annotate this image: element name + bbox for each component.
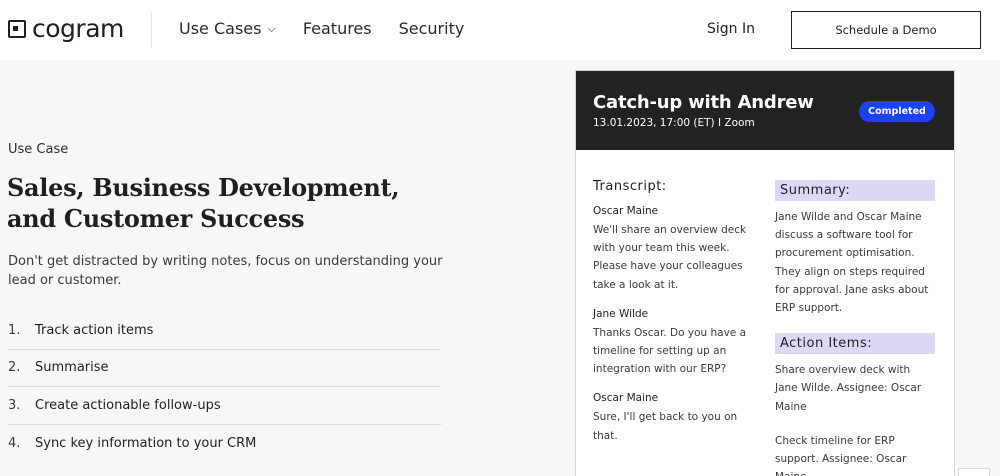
top-navbar: cogram Use Cases ⌵ Features Security Sig…	[0, 0, 1000, 60]
transcript-text: We'll share an overview deck with your t…	[593, 224, 747, 291]
list-item-label: Track action items	[35, 322, 154, 338]
nav-security[interactable]: Security	[399, 19, 465, 38]
nav-features-label: Features	[302, 19, 372, 38]
meeting-card-header: Catch-up with Andrew 13.01.2023, 17:00 (…	[576, 71, 954, 150]
list-item-label: Summarise	[35, 360, 109, 376]
list-item: 3. Create actionable follow-ups	[8, 387, 441, 425]
nav-use-cases-label: Use Cases	[179, 19, 262, 38]
summary-heading: Summary:	[775, 180, 935, 201]
action-item: Share overview deck with Jane Wilde. Ass…	[775, 364, 922, 413]
intro-text: Don't get distracted by writing notes, f…	[8, 254, 443, 288]
chevron-down-icon: ⌵	[267, 21, 276, 35]
meeting-card: Catch-up with Andrew 13.01.2023, 17:00 (…	[575, 70, 955, 476]
sign-in-link[interactable]: Sign In	[707, 21, 755, 37]
speaker-name: Jane Wilde	[593, 307, 649, 320]
logo[interactable]: cogram	[8, 14, 124, 43]
list-item: 4. Sync key information to your CRM	[8, 425, 441, 463]
speaker-name: Oscar Maine	[593, 205, 659, 217]
feature-list: 1. Track action items 2. Summarise 3. Cr…	[8, 312, 441, 462]
eyebrow-label: Use Case	[8, 142, 69, 157]
list-item-number: 3.	[8, 397, 21, 413]
list-item: 1. Track action items	[8, 312, 441, 350]
status-badge: Completed	[859, 101, 935, 122]
nav-security-label: Security	[398, 19, 465, 38]
transcript-heading: Transcript:	[593, 179, 667, 194]
action-item: Check timeline for ERP support. Assignee…	[775, 434, 907, 476]
speaker-name: Oscar Maine	[593, 392, 659, 405]
action-items-heading: Action Items:	[775, 333, 935, 355]
scroll-widget[interactable]	[958, 468, 990, 476]
page-title-line-2: and Customer Success	[7, 204, 305, 233]
list-item-number: 4.	[8, 435, 21, 451]
transcript-text: Sure, I'll get back to you on that.	[593, 411, 738, 442]
summary-column: Summary: Jane Wilde and Oscar Maine disc…	[775, 180, 935, 476]
transcript-entry: Oscar Maine We'll share an overview deck…	[593, 205, 753, 294]
nav-features[interactable]: Features	[303, 19, 372, 38]
nav-use-cases[interactable]: Use Cases ⌵	[179, 19, 276, 38]
transcript-text: Thanks Oscar. Do you have a timeline for…	[593, 326, 747, 376]
transcript-entry: Jane Wilde Thanks Oscar. Do you have a t…	[593, 308, 753, 379]
schedule-demo-button[interactable]: Schedule a Demo	[791, 11, 981, 49]
nav-divider	[151, 12, 152, 48]
logo-mark-icon	[8, 20, 26, 38]
transcript-column: Transcript: Oscar Maine We'll share an o…	[593, 179, 753, 445]
meeting-meta: 13.01.2023, 17:00 (ET) I Zoom	[593, 117, 755, 129]
transcript-entry: Oscar Maine Sure, I'll get back to you o…	[593, 392, 753, 444]
meeting-title: Catch-up with Andrew	[593, 92, 814, 113]
list-item-number: 1.	[8, 322, 21, 338]
list-item-label: Sync key information to your CRM	[35, 435, 257, 451]
list-item-number: 2.	[8, 360, 21, 376]
summary-text: Jane Wilde and Oscar Maine discuss a sof…	[775, 211, 929, 315]
main-nav: Use Cases ⌵ Features Security	[179, 19, 491, 38]
list-item: 2. Summarise	[8, 350, 441, 387]
page-title: Sales, Business Development, and Custome…	[7, 172, 447, 234]
page-title-line-1: Sales, Business Development,	[7, 173, 400, 202]
list-item-label: Create actionable follow-ups	[35, 397, 221, 413]
logo-text: cogram	[32, 14, 124, 43]
